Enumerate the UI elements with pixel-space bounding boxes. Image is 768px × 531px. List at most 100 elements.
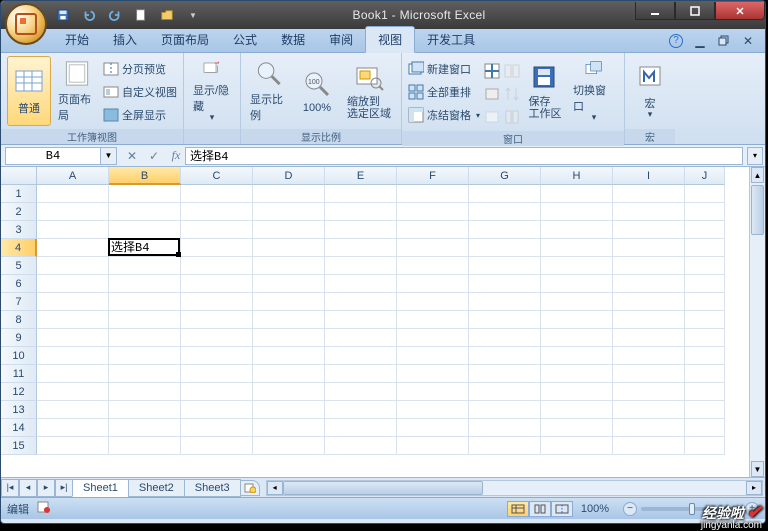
cell[interactable]: [685, 293, 725, 311]
cell[interactable]: [397, 347, 469, 365]
cell[interactable]: [181, 311, 253, 329]
new-window-button[interactable]: 新建窗口: [408, 58, 480, 80]
cell[interactable]: [541, 257, 613, 275]
cell[interactable]: [325, 257, 397, 275]
cell[interactable]: [613, 401, 685, 419]
cell[interactable]: [397, 419, 469, 437]
pagebreak-preview-button[interactable]: 分页预览: [103, 58, 177, 80]
cell[interactable]: [541, 329, 613, 347]
cell[interactable]: [109, 329, 181, 347]
save-icon[interactable]: [53, 5, 73, 25]
cell[interactable]: [253, 185, 325, 203]
cell[interactable]: [541, 293, 613, 311]
row-header[interactable]: 10: [1, 347, 37, 365]
cell[interactable]: [469, 329, 541, 347]
row-header[interactable]: 8: [1, 311, 37, 329]
row-header[interactable]: 3: [1, 221, 37, 239]
cell[interactable]: [37, 221, 109, 239]
qat-dropdown-icon[interactable]: ▼: [183, 5, 203, 25]
cell[interactable]: [541, 275, 613, 293]
tab-data[interactable]: 数据: [269, 27, 317, 52]
row-header[interactable]: 1: [1, 185, 37, 203]
cell[interactable]: [397, 383, 469, 401]
cell[interactable]: [181, 383, 253, 401]
cell[interactable]: [109, 347, 181, 365]
cell[interactable]: [397, 203, 469, 221]
cell[interactable]: [685, 185, 725, 203]
cell[interactable]: [397, 329, 469, 347]
cell[interactable]: [613, 257, 685, 275]
cell[interactable]: [541, 365, 613, 383]
sheet-tab-3[interactable]: Sheet3: [184, 479, 241, 497]
cell[interactable]: [109, 383, 181, 401]
cell[interactable]: [109, 293, 181, 311]
cell[interactable]: [613, 221, 685, 239]
next-sheet-button[interactable]: ▸: [37, 479, 55, 497]
cell[interactable]: [469, 257, 541, 275]
cell[interactable]: [109, 365, 181, 383]
row-header[interactable]: 4: [1, 239, 37, 257]
cell[interactable]: [109, 311, 181, 329]
cell[interactable]: [469, 365, 541, 383]
freeze-panes-button[interactable]: 冻结窗格▾: [408, 104, 480, 126]
cell[interactable]: [181, 437, 253, 455]
cell[interactable]: [253, 383, 325, 401]
row-header[interactable]: 11: [1, 365, 37, 383]
cell[interactable]: [469, 239, 541, 257]
cell[interactable]: [109, 185, 181, 203]
tab-home[interactable]: 开始: [53, 27, 101, 52]
redo-icon[interactable]: [105, 5, 125, 25]
cell[interactable]: [397, 185, 469, 203]
scroll-left-icon[interactable]: ◂: [267, 481, 283, 495]
cell[interactable]: [253, 293, 325, 311]
cell[interactable]: [469, 437, 541, 455]
row-header[interactable]: 2: [1, 203, 37, 221]
cell[interactable]: [37, 185, 109, 203]
tab-developer[interactable]: 开发工具: [415, 27, 487, 52]
cell[interactable]: [181, 293, 253, 311]
status-view-normal[interactable]: [507, 501, 529, 517]
cell[interactable]: [685, 347, 725, 365]
sync-scroll-button[interactable]: [504, 83, 520, 105]
cell[interactable]: [37, 437, 109, 455]
help-icon[interactable]: ?: [669, 34, 683, 48]
cell[interactable]: [181, 419, 253, 437]
select-all-corner[interactable]: [1, 167, 37, 185]
cell[interactable]: [181, 257, 253, 275]
cell[interactable]: [685, 311, 725, 329]
cell[interactable]: [469, 293, 541, 311]
row-header[interactable]: 14: [1, 419, 37, 437]
cell[interactable]: [685, 203, 725, 221]
cell[interactable]: [613, 203, 685, 221]
cell[interactable]: [685, 401, 725, 419]
cell[interactable]: [685, 257, 725, 275]
name-box-dropdown[interactable]: ▼: [101, 147, 117, 165]
cell[interactable]: [541, 437, 613, 455]
column-header[interactable]: B: [109, 167, 181, 185]
cell[interactable]: [109, 257, 181, 275]
cell[interactable]: [325, 311, 397, 329]
cell[interactable]: [613, 185, 685, 203]
cell[interactable]: [109, 221, 181, 239]
first-sheet-button[interactable]: |◂: [1, 479, 19, 497]
doc-restore-icon[interactable]: [717, 34, 731, 48]
column-header[interactable]: H: [541, 167, 613, 185]
vertical-scrollbar[interactable]: ▲ ▼: [749, 167, 765, 477]
cell[interactable]: [325, 329, 397, 347]
cell[interactable]: [469, 419, 541, 437]
scroll-right-icon[interactable]: ▸: [746, 481, 762, 495]
reset-position-button[interactable]: [504, 106, 520, 128]
prev-sheet-button[interactable]: ◂: [19, 479, 37, 497]
column-header[interactable]: C: [181, 167, 253, 185]
tab-formulas[interactable]: 公式: [221, 27, 269, 52]
cell[interactable]: [253, 437, 325, 455]
cell[interactable]: [613, 437, 685, 455]
cell[interactable]: [685, 275, 725, 293]
column-header[interactable]: J: [685, 167, 725, 185]
view-pagelayout-button[interactable]: 页面布局: [55, 56, 99, 126]
fullscreen-button[interactable]: 全屏显示: [103, 104, 177, 126]
cell[interactable]: [613, 383, 685, 401]
cell[interactable]: [685, 419, 725, 437]
cell[interactable]: [613, 365, 685, 383]
cell[interactable]: [397, 293, 469, 311]
